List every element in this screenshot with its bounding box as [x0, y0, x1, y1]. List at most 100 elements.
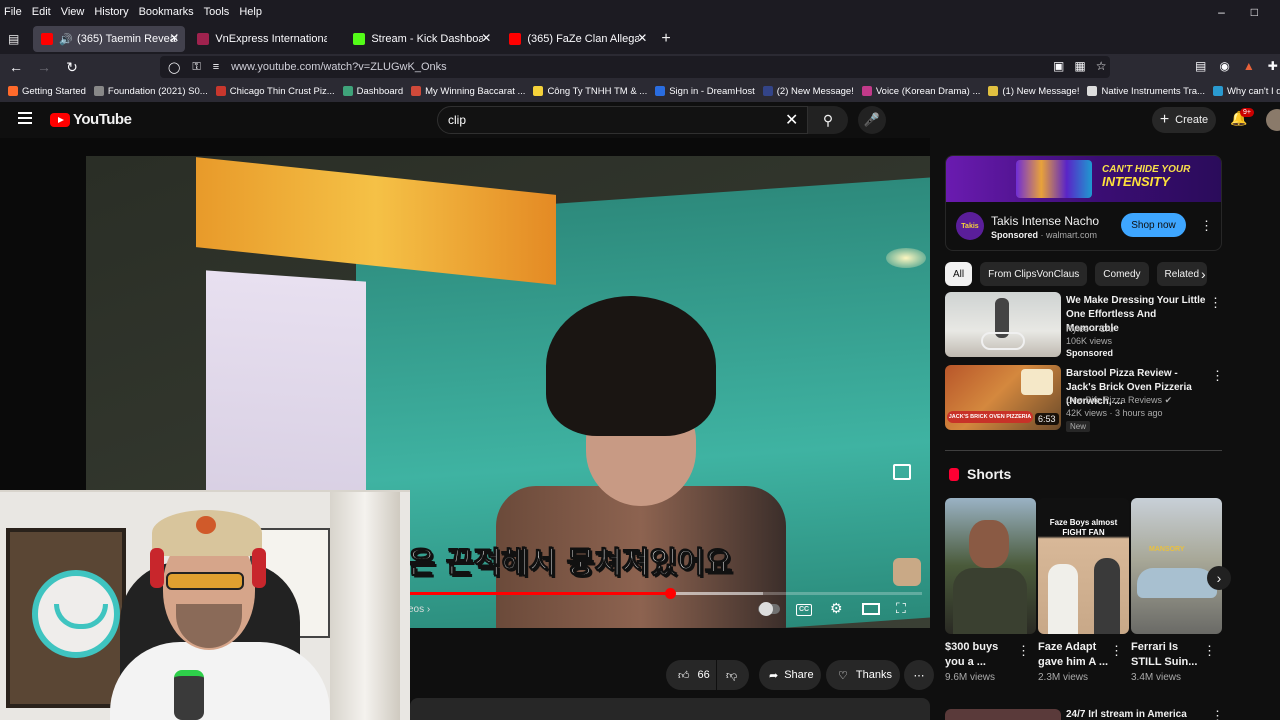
bookmark-star-icon[interactable]: ☆ [1096, 59, 1107, 73]
new-tab-icon[interactable]: + [661, 30, 670, 48]
tab-vnexpress[interactable]: VnExpress International - Latest [189, 26, 341, 52]
short-title[interactable]: Ferrari Is STILL Suin... [1131, 640, 1203, 670]
more-vertical-icon[interactable]: ⋮ [1211, 369, 1224, 382]
menu-bookmarks[interactable]: Bookmarks [139, 6, 194, 18]
menu-tools[interactable]: Tools [204, 6, 230, 18]
tab-list-icon[interactable]: ▤ [8, 32, 19, 46]
more-vertical-icon[interactable]: ⋮ [1211, 709, 1224, 720]
short-thumbnail[interactable]: MANSORY [1131, 498, 1222, 634]
extensions-puzzle-icon[interactable]: ✚ [1268, 59, 1278, 73]
extension-icon[interactable]: ▲ [1243, 59, 1255, 73]
menu-icon[interactable] [18, 112, 32, 124]
ad-banner[interactable]: CAN'T HIDE YOUR INTENSITY [946, 156, 1221, 202]
miniplayer-icon[interactable] [893, 464, 911, 480]
reload-icon[interactable]: ↻ [60, 59, 84, 76]
clear-search-icon[interactable]: ✕ [785, 110, 798, 130]
share-button[interactable]: ➦ Share [759, 660, 821, 690]
shop-now-button[interactable]: Shop now [1121, 213, 1186, 237]
short-title[interactable]: Faze Adapt gave him A ... [1038, 640, 1110, 670]
bookmark-item[interactable]: (2) New Message! [762, 86, 854, 97]
short-card[interactable]: MANSORY Ferrari Is STILL Suin... 3.4M vi… [1131, 498, 1222, 683]
description-box[interactable] [410, 698, 930, 720]
autoplay-toggle[interactable] [758, 602, 780, 616]
menu-edit[interactable]: Edit [32, 6, 51, 18]
short-title[interactable]: $300 buys you a ... [945, 640, 1017, 670]
theater-mode-icon[interactable] [862, 603, 880, 615]
account-icon[interactable]: ◉ [1219, 59, 1229, 73]
menu-history[interactable]: History [94, 6, 128, 18]
chip-all[interactable]: All [945, 262, 973, 286]
close-tab-icon[interactable]: ✕ [169, 31, 179, 45]
dislike-button[interactable]: 👎︎ [717, 660, 749, 690]
progress-bar[interactable] [408, 588, 922, 599]
bookmark-item[interactable]: My Winning Baccarat ... [411, 86, 525, 97]
fullscreen-icon[interactable]: ⛶ [896, 600, 906, 617]
menu-help[interactable]: Help [239, 6, 262, 18]
maximize-icon[interactable]: □ [1251, 5, 1258, 19]
speaker-icon[interactable]: 🔊 [59, 33, 73, 46]
permissions-icon[interactable]: ≡ [213, 61, 219, 73]
short-card[interactable]: Faze Boys almost FIGHT FAN Faze Adapt ga… [1038, 498, 1129, 683]
ad-title[interactable]: Takis Intense Nacho [991, 214, 1099, 228]
bookmark-item[interactable]: Dashboard [342, 86, 403, 97]
advertiser-logo[interactable]: Takis [956, 212, 984, 240]
bookmark-item[interactable]: Why can't I delete FAT... [1212, 86, 1280, 97]
create-button[interactable]: + Create [1152, 107, 1216, 133]
list-item[interactable]: We Make Dressing Your Little One Effortl… [945, 292, 1235, 358]
shorts-next-button[interactable]: › [1207, 566, 1231, 590]
tab-faze[interactable]: (365) FaZe Clan Allegations Situ ✕ [501, 26, 653, 52]
list-item[interactable]: JACK'S BRICK OVEN PIZZERIA 6:53 Barstool… [945, 365, 1235, 432]
bookmark-item[interactable]: (1) New Message! [988, 86, 1079, 97]
ad-more-icon[interactable]: ⋮ [1200, 219, 1213, 232]
more-vertical-icon[interactable]: ⋮ [1203, 644, 1216, 657]
forward-icon[interactable]: → [32, 59, 56, 75]
settings-gear-icon[interactable]: ⚙ [830, 600, 843, 617]
bookmark-item[interactable]: Native Instruments Tra... [1087, 86, 1205, 97]
channel-watermark[interactable] [893, 558, 921, 586]
video-thumbnail[interactable] [945, 709, 1061, 720]
captions-icon[interactable]: CC [796, 604, 812, 616]
list-item[interactable]: 24/7 Irl stream in America ⋮ [945, 709, 1235, 720]
more-vertical-icon[interactable]: ⋮ [1110, 644, 1123, 657]
sidebar-icon[interactable]: ▤ [1195, 59, 1206, 73]
videos-link[interactable]: eos › [408, 604, 430, 615]
lock-icon[interactable]: ⚿ [192, 61, 200, 74]
bookmark-item[interactable]: Foundation (2021) S0... [93, 86, 208, 97]
reader-view-icon[interactable]: ▣ [1053, 59, 1064, 73]
short-thumbnail[interactable]: Faze Boys almost FIGHT FAN [1038, 498, 1129, 634]
chip-comedy[interactable]: Comedy [1095, 262, 1149, 286]
search-button[interactable]: ⚲ [808, 106, 848, 134]
more-vertical-icon[interactable]: ⋮ [1017, 644, 1030, 657]
chip-related[interactable]: Related [1156, 262, 1207, 286]
chevron-right-icon[interactable]: › [1201, 266, 1206, 282]
video-thumbnail[interactable] [945, 292, 1061, 357]
tab-taemin[interactable]: 🔊 (365) Taemin Reveals That H ✕ [33, 26, 186, 52]
screenshot-icon[interactable]: ▦ [1074, 59, 1085, 73]
more-actions-button[interactable]: ⋯ [904, 660, 934, 690]
thanks-button[interactable]: ♡ Thanks [826, 660, 900, 690]
url-bar[interactable]: ◯ ⚿ ≡ www.youtube.com/watch?v=ZLUGwK_Onk… [160, 56, 1110, 78]
bookmark-item[interactable]: Sign in - DreamHost [655, 86, 755, 97]
close-tab-icon[interactable]: ✕ [481, 31, 491, 45]
search-input[interactable]: clip [437, 106, 808, 134]
bookmark-item[interactable]: Getting Started [8, 86, 86, 97]
video-title[interactable]: 24/7 Irl stream in America [1066, 709, 1187, 720]
short-card[interactable]: $300 buys you a ... 9.6M views ⋮ [945, 498, 1036, 683]
voice-search-button[interactable]: 🎤 [858, 106, 886, 134]
bookmark-item[interactable]: Voice (Korean Drama) ... [861, 86, 980, 97]
like-button[interactable]: 👍︎ 66 [666, 660, 716, 690]
close-tab-icon[interactable]: ✕ [637, 31, 647, 45]
menu-view[interactable]: View [61, 6, 85, 18]
short-thumbnail[interactable] [945, 498, 1036, 634]
chip-from-channel[interactable]: From ClipsVonClaus [980, 262, 1088, 286]
minimize-icon[interactable]: – [1218, 5, 1225, 19]
channel-name[interactable]: One Bite Pizza Reviews ✔ [1066, 395, 1172, 406]
tab-kick[interactable]: Stream - Kick Dashboard ✕ [345, 26, 497, 52]
more-vertical-icon[interactable]: ⋮ [1209, 296, 1222, 309]
shield-icon[interactable]: ◯ [168, 61, 180, 74]
bookmark-item[interactable]: Công Ty TNHH TM & ... [533, 86, 647, 97]
back-icon[interactable]: ← [4, 59, 28, 75]
menu-file[interactable]: File [4, 6, 22, 18]
channel-name[interactable]: Rylee + Cru [1066, 324, 1114, 334]
bookmark-item[interactable]: Chicago Thin Crust Piz... [215, 86, 335, 97]
